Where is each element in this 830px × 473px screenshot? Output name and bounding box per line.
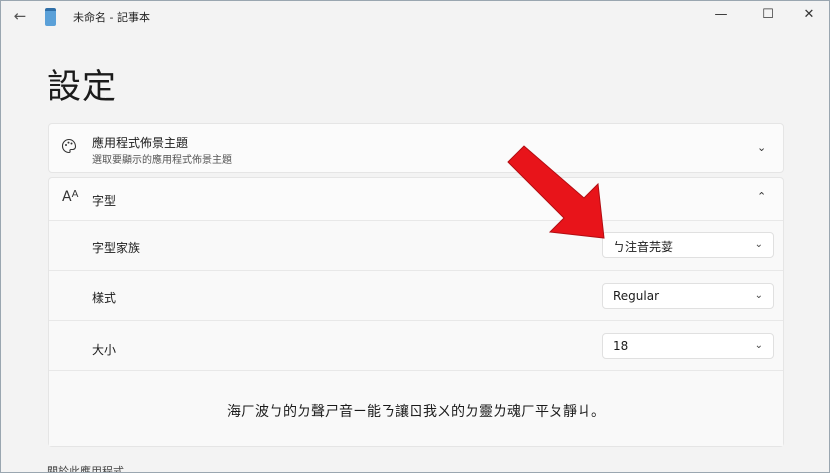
font-size-row: 大小 18 ⌄ [49,320,783,371]
page-title: 設定 [47,67,117,107]
font-icon: AA [62,189,79,205]
theme-card[interactable]: 應用程式佈景主題 選取要顯示的應用程式佈景主題 ⌄ [48,123,784,173]
font-style-label: 樣式 [92,291,117,305]
chevron-down-icon[interactable]: ⌄ [757,141,766,154]
about-section-label: 關於此應用程式 [47,465,124,473]
font-preview-row: 海ㄏ波ㄅ的ㄉ聲ㄕ音ㄧ能ㄋ讓ㄖ我ㄨ的ㄉ靈ㄌ魂ㄏ平ㄆ靜ㄐ。 [49,370,783,446]
minimize-button[interactable]: — [701,1,741,29]
chevron-down-icon: ⌄ [754,239,763,250]
close-button[interactable]: ✕ [789,1,829,29]
theme-title: 應用程式佈景主題 [92,136,189,150]
back-arrow-icon[interactable]: ← [11,7,29,25]
title-bar: ← 未命名 - 記事本 — ☐ ✕ [1,1,829,31]
font-style-row: 樣式 Regular ⌄ [49,270,783,321]
red-arrow-annotation [507,145,605,239]
font-style-dropdown[interactable]: Regular ⌄ [602,283,774,309]
chevron-down-icon: ⌄ [754,290,763,301]
font-size-dropdown[interactable]: 18 ⌄ [602,333,774,359]
font-card: AA 字型 ⌃ 字型家族 ㄅ注音芫荽 ⌄ 樣式 Regular ⌄ 大小 18 … [48,177,784,447]
chevron-up-icon[interactable]: ⌃ [757,190,766,203]
notepad-app-icon [45,8,56,26]
window-title: 未命名 - 記事本 [73,11,150,24]
chevron-down-icon: ⌄ [754,340,763,351]
font-size-label: 大小 [92,343,117,357]
notepad-window: ← 未命名 - 記事本 — ☐ ✕ 設定 應用程式佈景主題 選取要顯示的應用程式… [0,0,830,473]
maximize-button[interactable]: ☐ [748,1,788,29]
font-family-row: 字型家族 ㄅ注音芫荽 ⌄ [49,220,783,271]
font-preview-text: 海ㄏ波ㄅ的ㄉ聲ㄕ音ㄧ能ㄋ讓ㄖ我ㄨ的ㄉ靈ㄌ魂ㄏ平ㄆ靜ㄐ。 [227,404,605,420]
font-section-title: 字型 [92,194,117,208]
palette-icon [61,138,77,158]
theme-subtitle: 選取要顯示的應用程式佈景主題 [92,155,232,166]
font-size-value: 18 [613,339,629,353]
font-family-label: 字型家族 [92,241,141,255]
font-style-value: Regular [613,289,660,303]
